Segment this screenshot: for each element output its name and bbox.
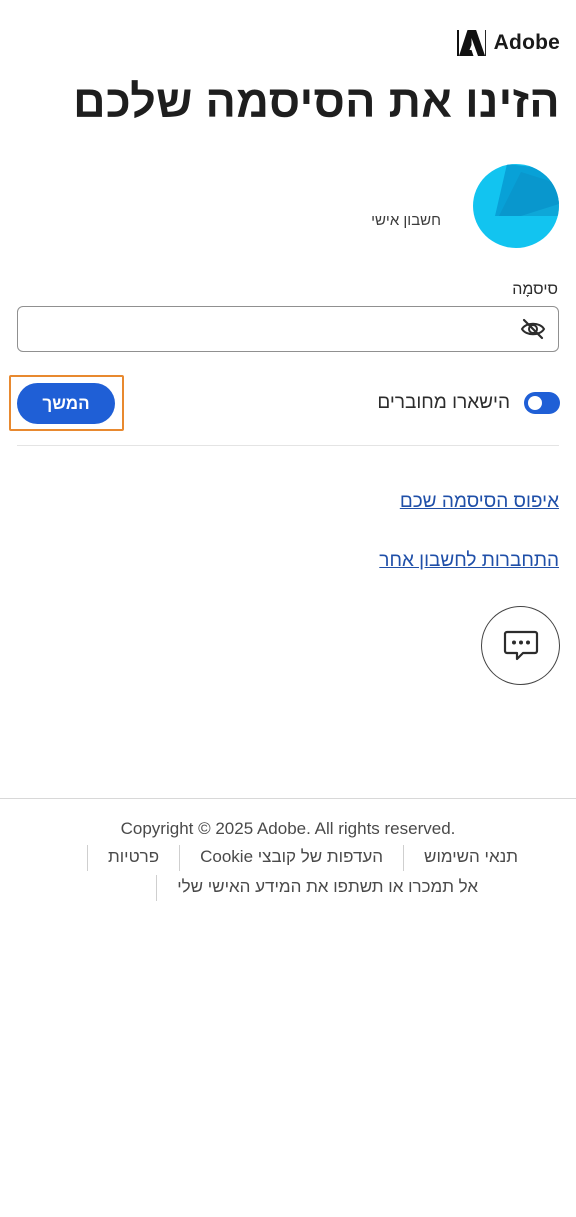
- stay-signed-in-row[interactable]: הישארו מחוברים: [377, 392, 560, 414]
- footer-separator: [403, 845, 405, 871]
- section-divider: [17, 445, 559, 446]
- other-account-link[interactable]: התחברות לחשבון אחר: [379, 550, 559, 572]
- footer-separator: [87, 845, 88, 871]
- avatar: [473, 164, 559, 248]
- privacy-link[interactable]: פרטיות: [88, 845, 179, 871]
- footer-divider: [0, 798, 576, 799]
- reset-password-link[interactable]: איפוס הסיסמה שכם: [400, 491, 559, 513]
- avatar-shape-icon: [495, 164, 559, 216]
- adobe-logo-icon: [456, 30, 486, 56]
- password-label: סיסמָה: [512, 281, 558, 298]
- account-type-label: חשבון אישי: [371, 211, 441, 229]
- stay-signed-in-label: הישארו מחוברים: [377, 392, 510, 413]
- footer-links: תנאי השימוש העדפות של קובצי Cookie פרטיו…: [36, 845, 536, 901]
- chat-button[interactable]: [481, 606, 560, 685]
- brand-name: Adobe: [493, 31, 560, 54]
- copyright-text: Copyright © 2025 Adobe. All rights reser…: [120, 819, 456, 838]
- chat-bubble-icon: [503, 630, 538, 660]
- password-input[interactable]: [28, 315, 508, 343]
- footer-row-2: אל תמכרו או תשתפו את המידע האישי שלי: [36, 875, 536, 901]
- adobe-brand[interactable]: Adobe: [456, 30, 560, 56]
- do-not-sell-link[interactable]: אל תמכרו או תשתפו את המידע האישי שלי: [157, 875, 496, 901]
- continue-button[interactable]: המשך: [17, 383, 115, 424]
- stay-signed-in-toggle[interactable]: [524, 392, 560, 414]
- eye-off-icon[interactable]: [520, 318, 546, 340]
- page-title: הזינו את הסיסמה שלכם: [73, 76, 560, 127]
- account-summary: חשבון אישי: [371, 164, 559, 248]
- cookie-preferences-link[interactable]: העדפות של קובצי Cookie: [180, 845, 403, 871]
- footer-separator: [179, 845, 181, 871]
- footer-separator: [156, 875, 158, 901]
- password-field[interactable]: [17, 306, 559, 352]
- terms-of-use-link[interactable]: תנאי השימוש: [404, 845, 536, 871]
- toggle-knob: [528, 396, 542, 410]
